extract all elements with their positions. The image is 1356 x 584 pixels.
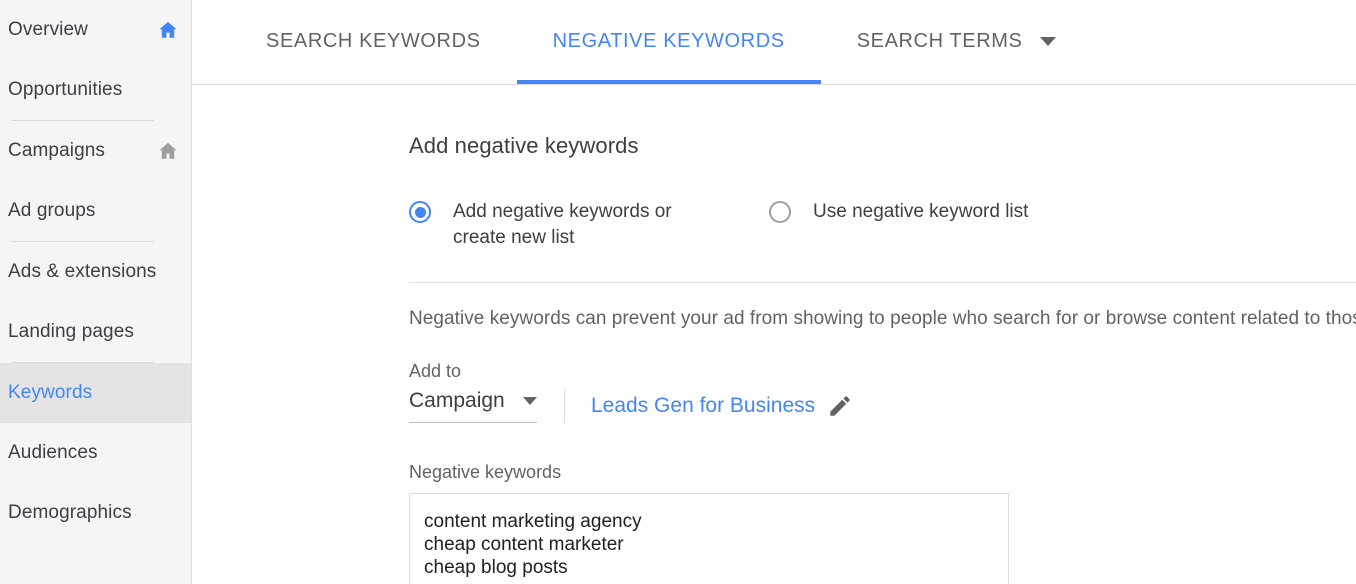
radio-button-selected-icon[interactable] <box>409 201 431 223</box>
sidebar-item-campaigns[interactable]: Campaigns <box>0 121 191 181</box>
radio-button-unselected-icon[interactable] <box>769 201 791 223</box>
sidebar-item-keywords[interactable]: Keywords <box>0 363 191 423</box>
negative-keywords-label: Negative keywords <box>409 462 562 482</box>
sidebar-item-label: Landing pages <box>8 321 134 342</box>
tab-label: NEGATIVE KEYWORDS <box>552 30 785 52</box>
helper-text: Negative keywords can prevent your ad fr… <box>409 308 1356 329</box>
campaign-name-link[interactable]: Leads Gen for Business <box>591 394 815 418</box>
sidebar-item-label: Campaigns <box>8 140 106 161</box>
negative-keywords-panel: Add negative keywords Add negative keywo… <box>192 133 1356 584</box>
radio-option-label: Add negative keywords or create new list <box>453 201 672 248</box>
tab-search-keywords[interactable]: SEARCH KEYWORDS <box>230 0 517 84</box>
add-mode-radio-group: Add negative keywords or create new list… <box>409 199 1356 251</box>
chevron-down-icon <box>523 397 537 405</box>
app-root: Overview Opportunities Campaigns Ad grou… <box>0 0 1356 584</box>
sidebar-item-demographics[interactable]: Demographics <box>0 483 191 543</box>
sidebar-item-label: Audiences <box>8 442 98 463</box>
tab-negative-keywords[interactable]: NEGATIVE KEYWORDS <box>516 0 821 84</box>
home-icon <box>159 21 177 38</box>
section-divider <box>409 282 1356 283</box>
add-to-scope-select[interactable]: Campaign <box>409 389 537 423</box>
pencil-icon[interactable] <box>827 393 853 419</box>
tab-label: SEARCH TERMS <box>856 30 1023 52</box>
add-to-scope-value: Campaign <box>409 389 505 412</box>
sidebar-item-label: Overview <box>8 19 88 40</box>
tab-search-terms[interactable]: SEARCH TERMS <box>821 0 1093 84</box>
tab-bar: SEARCH KEYWORDS NEGATIVE KEYWORDS SEARCH… <box>192 0 1356 85</box>
sidebar-item-label: Demographics <box>8 502 132 523</box>
page-title: Add negative keywords <box>409 133 639 158</box>
radio-option-add-or-create[interactable]: Add negative keywords or create new list <box>409 199 703 251</box>
negative-keywords-textarea[interactable] <box>409 493 1009 584</box>
chevron-down-icon <box>1040 37 1057 46</box>
sidebar-item-label: Ad groups <box>8 200 96 221</box>
sidebar-item-label: Keywords <box>8 382 93 403</box>
radio-option-use-list[interactable]: Use negative keyword list <box>769 199 1028 225</box>
sidebar-item-landing-pages[interactable]: Landing pages <box>0 302 191 362</box>
sidebar: Overview Opportunities Campaigns Ad grou… <box>0 0 192 584</box>
tab-label: SEARCH KEYWORDS <box>266 30 481 52</box>
add-to-row: Campaign Leads Gen for Business <box>409 389 1356 423</box>
sidebar-item-label: Opportunities <box>8 79 123 100</box>
sidebar-item-overview[interactable]: Overview <box>0 0 191 60</box>
vertical-separator <box>564 389 565 423</box>
sidebar-item-opportunities[interactable]: Opportunities <box>0 60 191 120</box>
radio-option-label: Use negative keyword list <box>813 201 1029 222</box>
main-content: SEARCH KEYWORDS NEGATIVE KEYWORDS SEARCH… <box>192 0 1356 584</box>
sidebar-item-audiences[interactable]: Audiences <box>0 423 191 483</box>
sidebar-item-ads-extensions[interactable]: Ads & extensions <box>0 242 191 302</box>
home-icon <box>159 142 177 159</box>
sidebar-item-ad-groups[interactable]: Ad groups <box>0 181 191 241</box>
sidebar-item-label: Ads & extensions <box>8 261 157 282</box>
add-to-label: Add to <box>409 361 462 381</box>
